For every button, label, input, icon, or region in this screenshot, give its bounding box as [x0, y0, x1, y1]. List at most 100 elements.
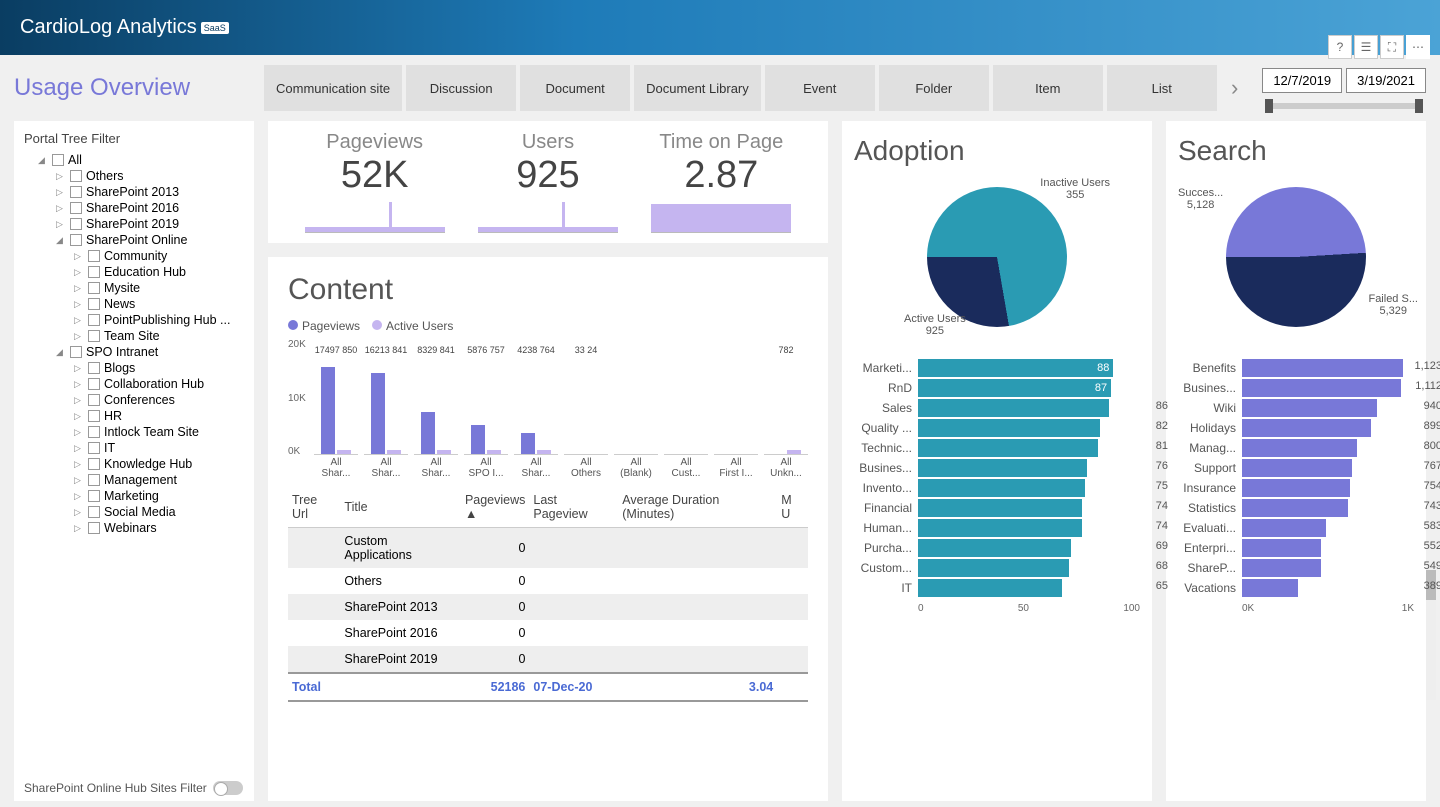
hbar-row[interactable]: Financial74 [854, 499, 1140, 517]
tab-communication-site[interactable]: Communication site [264, 65, 402, 111]
tree-node[interactable]: ▷Community [24, 248, 244, 264]
tree-arrow-icon[interactable]: ▷ [74, 315, 84, 326]
checkbox[interactable] [88, 378, 100, 390]
table-row[interactable]: SharePoint 20190 [288, 646, 808, 673]
bar-active-users[interactable] [537, 450, 551, 454]
col-header[interactable]: Title [340, 487, 461, 528]
checkbox[interactable] [88, 314, 100, 326]
tree-arrow-icon[interactable]: ▷ [74, 379, 84, 390]
col-header[interactable]: Pageviews▲ [461, 487, 529, 528]
col-header[interactable]: M U [777, 487, 808, 528]
tree-arrow-icon[interactable]: ▷ [74, 475, 84, 486]
tree-arrow-icon[interactable]: ▷ [74, 411, 84, 422]
tree-node[interactable]: ▷Education Hub [24, 264, 244, 280]
tree-node[interactable]: ▷Mysite [24, 280, 244, 296]
date-from[interactable]: 12/7/2019 [1262, 68, 1342, 93]
table-row[interactable]: SharePoint 20160 [288, 620, 808, 646]
hbar-row[interactable]: Support767 [1178, 459, 1414, 477]
hbar-row[interactable]: Purcha...69 [854, 539, 1140, 557]
hbar-row[interactable]: Quality ...82 [854, 419, 1140, 437]
tree-node[interactable]: ▷SharePoint 2019 [24, 216, 244, 232]
hbar-row[interactable]: Technic...81 [854, 439, 1140, 457]
tree-arrow-icon[interactable]: ▷ [74, 331, 84, 342]
tab-document-library[interactable]: Document Library [634, 65, 761, 111]
tree-arrow-icon[interactable]: ▷ [74, 507, 84, 518]
col-header[interactable]: Last Pageview [529, 487, 618, 528]
tab-folder[interactable]: Folder [879, 65, 989, 111]
tree-node[interactable]: ◢SPO Intranet [24, 344, 244, 360]
hbar-row[interactable]: Sales86 [854, 399, 1140, 417]
checkbox[interactable] [88, 298, 100, 310]
tree-node[interactable]: ▷Marketing [24, 488, 244, 504]
tree-node[interactable]: ▷Team Site [24, 328, 244, 344]
bar-active-users[interactable] [437, 450, 451, 454]
tree-node[interactable]: ▷Collaboration Hub [24, 376, 244, 392]
tree-arrow-icon[interactable]: ▷ [74, 395, 84, 406]
tree-arrow-icon[interactable]: ▷ [74, 459, 84, 470]
tab-event[interactable]: Event [765, 65, 875, 111]
tree-node[interactable]: ▷PointPublishing Hub ... [24, 312, 244, 328]
tree-arrow-icon[interactable]: ▷ [56, 203, 66, 214]
tree-node[interactable]: ▷IT [24, 440, 244, 456]
tree-node[interactable]: ▷Knowledge Hub [24, 456, 244, 472]
tree-arrow-icon[interactable]: ▷ [74, 523, 84, 534]
table-row[interactable]: Others0 [288, 568, 808, 594]
checkbox[interactable] [88, 506, 100, 518]
bar-active-users[interactable] [337, 450, 351, 454]
hbar-row[interactable]: Human...74 [854, 519, 1140, 537]
hbar-row[interactable]: IT65 [854, 579, 1140, 597]
hbar-row[interactable]: Insurance754 [1178, 479, 1414, 497]
tree-arrow-icon[interactable]: ▷ [74, 443, 84, 454]
tree-node[interactable]: ▷Others [24, 168, 244, 184]
bar-pageviews[interactable] [321, 367, 335, 454]
hbar-row[interactable]: Wiki940 [1178, 399, 1414, 417]
bar-active-users[interactable] [387, 450, 401, 454]
hub-sites-filter[interactable]: SharePoint Online Hub Sites Filter [24, 781, 243, 795]
tree-node[interactable]: ◢SharePoint Online [24, 232, 244, 248]
checkbox[interactable] [52, 154, 64, 166]
checkbox[interactable] [88, 362, 100, 374]
tree-arrow-icon[interactable]: ◢ [56, 347, 66, 358]
tree-arrow-icon[interactable]: ▷ [74, 363, 84, 374]
table-row[interactable]: Custom Applications0 [288, 528, 808, 569]
tree-node[interactable]: ▷Management [24, 472, 244, 488]
hbar-row[interactable]: Holidays899 [1178, 419, 1414, 437]
bar-pageviews[interactable] [371, 373, 385, 454]
hbar-row[interactable]: Manag...800 [1178, 439, 1414, 457]
tab-item[interactable]: Item [993, 65, 1103, 111]
hbar-row[interactable]: Busines...76 [854, 459, 1140, 477]
checkbox[interactable] [88, 282, 100, 294]
tree-node[interactable]: ▷HR [24, 408, 244, 424]
tree-arrow-icon[interactable]: ▷ [56, 187, 66, 198]
date-slider[interactable] [1269, 103, 1419, 109]
tree-arrow-icon[interactable]: ▷ [56, 219, 66, 230]
col-header[interactable]: Average Duration (Minutes) [618, 487, 777, 528]
toggle-switch[interactable] [213, 781, 243, 795]
tree-arrow-icon[interactable]: ▷ [74, 427, 84, 438]
tree-arrow-icon[interactable]: ▷ [74, 299, 84, 310]
checkbox[interactable] [70, 186, 82, 198]
bar-active-users[interactable] [487, 450, 501, 454]
legend-active-users[interactable]: Active Users [372, 319, 453, 333]
table-row[interactable]: SharePoint 20130 [288, 594, 808, 620]
hbar-row[interactable]: Enterpri...552 [1178, 539, 1414, 557]
tree-arrow-icon[interactable]: ◢ [38, 155, 48, 166]
checkbox[interactable] [88, 442, 100, 454]
tree-arrow-icon[interactable]: ▷ [56, 171, 66, 182]
tree-arrow-icon[interactable]: ▷ [74, 267, 84, 278]
tree-node[interactable]: ▷Intlock Team Site [24, 424, 244, 440]
checkbox[interactable] [70, 234, 82, 246]
tab-list[interactable]: List [1107, 65, 1217, 111]
tree-node[interactable]: ▷Webinars [24, 520, 244, 536]
hbar-row[interactable]: Vacations389 [1178, 579, 1414, 597]
bar-pageviews[interactable] [521, 433, 535, 454]
hbar-row[interactable]: Benefits1,123 [1178, 359, 1414, 377]
tab-discussion[interactable]: Discussion [406, 65, 516, 111]
tree-node[interactable]: ▷Social Media [24, 504, 244, 520]
hbar-row[interactable]: Evaluati...583 [1178, 519, 1414, 537]
col-header[interactable]: Tree Url [288, 487, 340, 528]
checkbox[interactable] [70, 218, 82, 230]
checkbox[interactable] [88, 522, 100, 534]
hbar-row[interactable]: Marketi...88 [854, 359, 1140, 377]
hbar-row[interactable]: Invento...75 [854, 479, 1140, 497]
